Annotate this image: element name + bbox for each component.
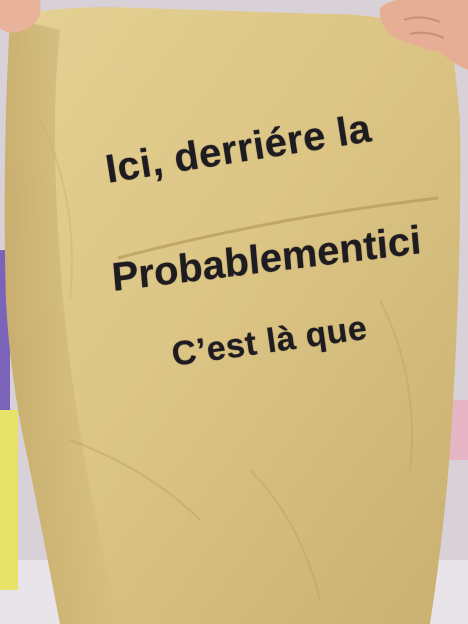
- photo-scene: Ici, derriére la Probablementici C’est l…: [0, 0, 468, 624]
- yellow-object: [0, 410, 18, 590]
- photo-background: [0, 0, 468, 624]
